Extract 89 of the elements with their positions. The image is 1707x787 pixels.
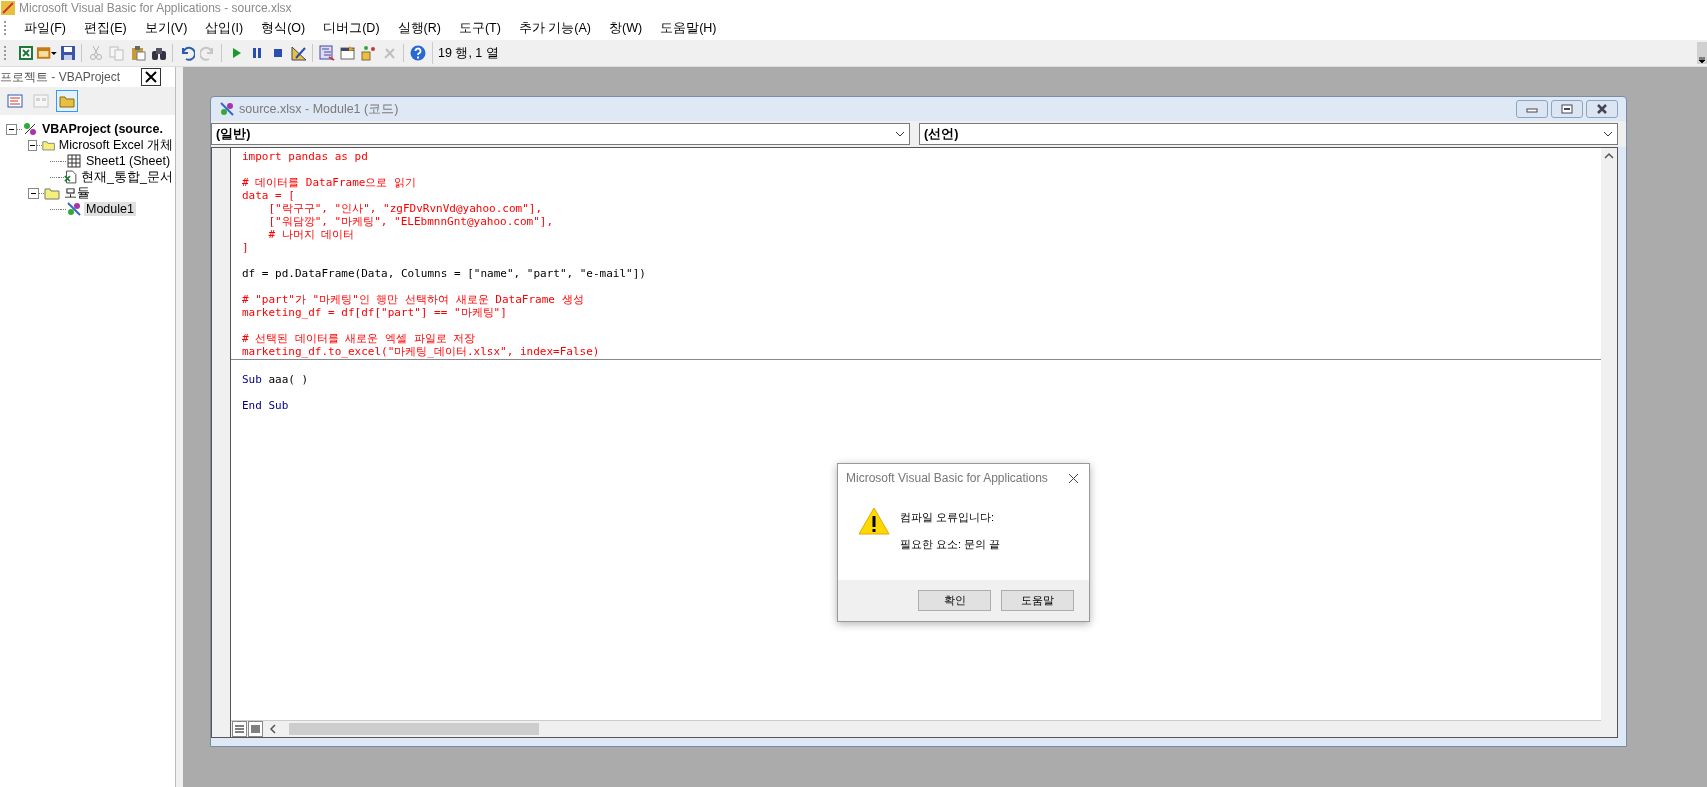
scrollbar-thumb[interactable] [289,723,539,735]
code-text: import pandas as pd [242,150,368,163]
caret-icon [1698,56,1706,64]
close-icon [1596,104,1608,114]
code-text: df = pd.DataFrame(Data, Columns = ["name", "part", "e-mail"]) [242,267,646,280]
workbook-icon [63,169,78,185]
close-icon [145,71,157,83]
menu-item[interactable]: 편집(E) [74,17,136,39]
restore-button[interactable] [1551,100,1583,118]
excel-icon [17,45,34,61]
properties-icon [339,45,356,61]
close-icon [1068,472,1079,484]
menu-item[interactable]: 도움말(H) [651,17,726,39]
code-view-icon [7,93,23,109]
ruler-icon [290,45,307,61]
code-keyword: Sub [242,373,262,386]
collapse-toggle[interactable] [6,123,17,135]
code-text: ] [242,241,249,254]
code-text: marketing_df.to_excel("마케팅_데이터.xlsx", index=False) [242,345,600,358]
help-icon [409,45,426,61]
procedure-view-button[interactable] [232,721,247,737]
chevron-down-icon [895,131,905,137]
code-window-title: source.xlsx - Module1 (코드) [239,100,399,118]
save-icon [59,45,76,61]
code-text: marketing_df = df[df["part"] == "마케팅"] [242,306,507,319]
tree-window-icon [318,45,335,61]
code-text: aaa( ) [267,373,309,386]
code-text: # 선택된 데이터를 새로운 엑셀 파일로 저장 [242,332,476,345]
code-keyword: End Sub [242,399,289,412]
project-icon [22,121,38,137]
warning-icon [858,506,890,536]
scissors-icon [87,45,104,61]
object-dropdown[interactable]: (일반) [211,123,910,145]
dialog-button[interactable]: 도움말 [1001,590,1074,611]
menu-item[interactable]: 창(W) [600,17,652,39]
pane-title: 프로젝트 - VBAProject [0,68,121,86]
lines-icon [235,725,244,733]
caret-icon [51,51,57,55]
minimize-icon [1526,105,1538,113]
binoculars-icon [150,45,167,61]
toolbar-options-button[interactable] [1697,42,1707,64]
folder-icon [59,93,75,109]
tree-item[interactable]: 현재_통합_문서 [79,168,175,186]
procedure-dropdown[interactable]: (선언) [919,123,1618,145]
pane-toolbar-button[interactable] [56,90,78,112]
form-view-icon [33,93,49,109]
code-text: data = [ [242,189,295,202]
code-text: # "part"가 "마케팅"인 행만 선택하여 새로운 DataFrame 생성 [242,293,584,306]
close-button[interactable] [1586,100,1618,118]
form-icon [36,45,52,61]
dialog-message: 필요한 요소: 문의 끝 [900,537,1001,552]
window-title: Microsoft Visual Basic for Applications - source.xlsx [19,1,292,15]
tree-item[interactable]: Module1 [84,202,136,216]
code-text: # 데이터를 DataFrame으로 읽기 [242,176,417,189]
object-browser-icon [360,45,377,61]
app-icon [0,0,16,16]
code-text: # 나머지 데이터 [267,228,355,241]
chevron-down-icon [1603,131,1613,137]
scroll-left-icon [269,724,277,734]
collapse-toggle[interactable] [28,139,38,151]
code-text: ["워담깡", "마케팅", "ELEbmnnGnt@yahoo.com"], [267,215,554,228]
redo-icon [199,45,216,61]
dialog-message: 컴파일 오류입니다: [900,510,996,525]
collapse-toggle[interactable] [28,187,39,199]
tree-item[interactable]: VBAProject (source. [40,122,165,136]
clipboard-icon [129,45,146,61]
menu-item[interactable]: 형식(O) [252,17,315,39]
menu-item[interactable]: 삽입(I) [196,17,253,39]
menu-item[interactable]: 파일(F) [15,17,75,39]
tree-item[interactable]: 모듈 [62,184,92,202]
tree-item[interactable]: Microsoft Excel 개체 [56,136,175,154]
tree-item[interactable]: Sheet1 (Sheet) [84,154,173,168]
menu-item[interactable]: 추가 기능(A) [509,17,600,39]
scroll-up-icon [1604,152,1614,160]
dialog-button[interactable]: 확인 [918,590,991,611]
menu-item[interactable]: 도구(T) [449,17,510,39]
lines-icon [251,725,260,733]
menu-item[interactable]: 디버그(D) [314,17,389,39]
menu-item[interactable]: 실행(R) [388,17,450,39]
close-button[interactable] [141,68,161,86]
module-icon [66,201,82,217]
menu-item[interactable]: 보기(V) [135,17,197,39]
module-view-button[interactable] [248,721,263,737]
restore-icon [1561,104,1573,114]
dialog-title: Microsoft Visual Basic for Applications [846,471,1048,485]
sheet-icon [66,153,82,169]
module-icon [219,101,235,117]
copy-icon [108,45,125,61]
code-text: ["락구구", "인사", "zgFDvRvnVd@yahoo.com"], [267,202,543,215]
